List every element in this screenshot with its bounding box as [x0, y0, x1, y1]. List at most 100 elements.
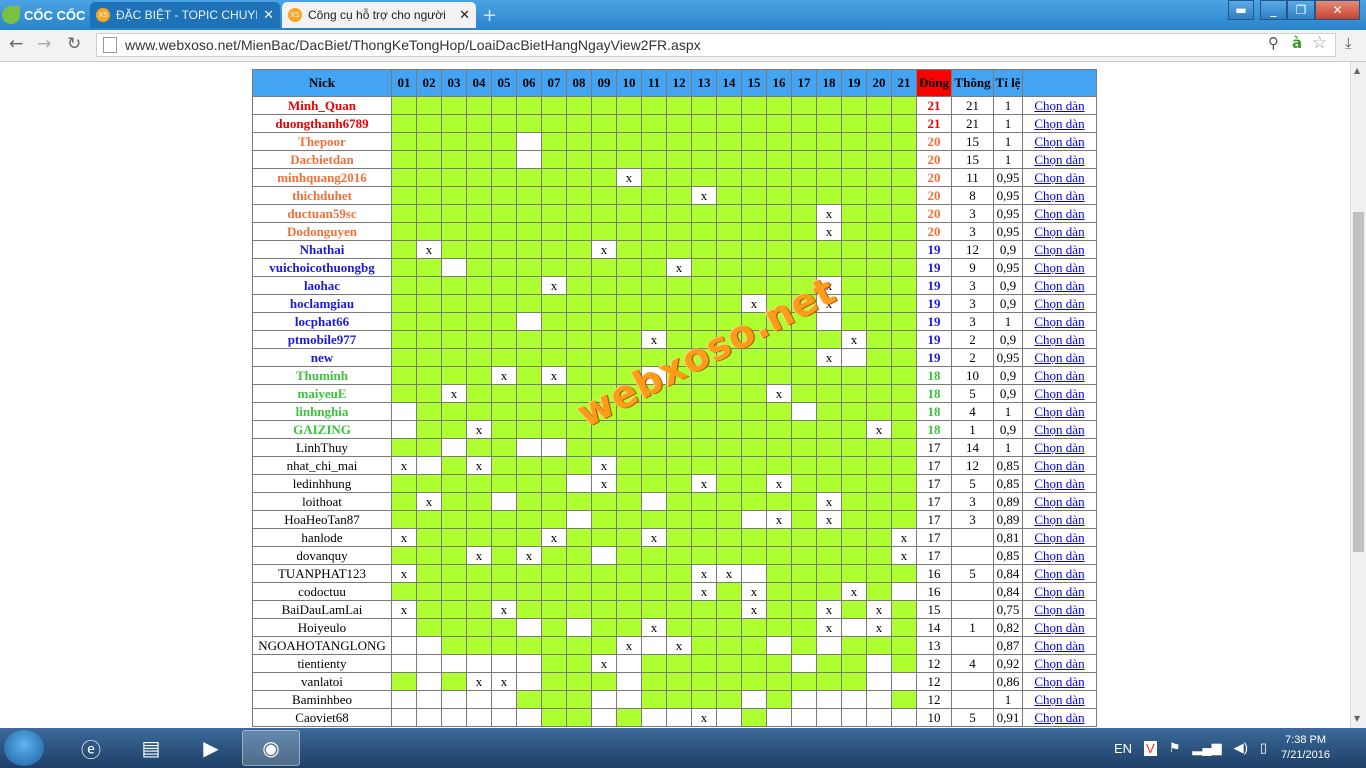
chon-dan-link[interactable]: Chọn dàn [1034, 458, 1084, 473]
mark-cell [716, 438, 742, 457]
mark-cell [741, 384, 767, 403]
chon-dan-link[interactable]: Chọn dàn [1034, 134, 1084, 149]
close-window-icon[interactable]: ✕ [1315, 0, 1360, 20]
chon-dan-link[interactable]: Chọn dàn [1034, 674, 1084, 689]
download-icon[interactable]: ⤓ [1345, 34, 1352, 52]
reload-icon[interactable]: ↻ [67, 34, 81, 54]
mark-cell [466, 618, 492, 637]
thong-cell: 5 [951, 384, 994, 403]
chon-dan-link[interactable]: Chọn dàn [1034, 152, 1084, 167]
address-bar[interactable]: www.webxoso.net/MienBac/DacBiet/ThongKeT… [96, 33, 1336, 57]
chon-dan-link[interactable]: Chọn dàn [1034, 530, 1084, 545]
chon-dan-link[interactable]: Chọn dàn [1034, 656, 1084, 671]
mark-cell [866, 654, 892, 673]
tile-cell: 0,9 [993, 384, 1023, 403]
volume-icon[interactable]: ◀) [1234, 740, 1248, 756]
mark-cell [716, 708, 742, 727]
chon-dan-link[interactable]: Chọn dàn [1034, 638, 1084, 653]
chon-dan-link[interactable]: Chọn dàn [1034, 296, 1084, 311]
ie-icon[interactable]: ⓔ [62, 730, 120, 766]
tab-dac-biet[interactable]: XS ĐẶC BIỆT - TOPIC CHUYÊN ✕ [90, 2, 280, 28]
chon-dan-link[interactable]: Chọn dàn [1034, 116, 1084, 131]
chon-dan-link[interactable]: Chọn dàn [1034, 476, 1084, 491]
chon-dan-link[interactable]: Chọn dàn [1034, 188, 1084, 203]
mark-cell [441, 258, 467, 277]
chon-dan-link[interactable]: Chọn dàn [1034, 386, 1084, 401]
chon-dan-link[interactable]: Chọn dàn [1034, 566, 1084, 581]
mark-cell [441, 546, 467, 565]
coccoc-taskbar-icon[interactable]: ◉ [242, 730, 300, 766]
tab-close-icon[interactable]: ✕ [459, 7, 470, 23]
mark-cell [716, 222, 742, 241]
mark-cell [566, 546, 592, 565]
chon-dan-link[interactable]: Chọn dàn [1034, 440, 1084, 455]
thong-cell: 14 [951, 438, 994, 457]
scroll-down-icon[interactable]: ▼ [1354, 714, 1360, 723]
mark-cell [391, 132, 417, 151]
chon-dan-link[interactable]: Chọn dàn [1034, 512, 1084, 527]
clock[interactable]: 7:38 PM 7/21/2016 [1281, 733, 1330, 763]
forward-icon[interactable]: → [37, 34, 51, 54]
mark-cell [416, 150, 442, 169]
zoom-icon[interactable]: ⚲ [1268, 34, 1279, 52]
chon-dan-link[interactable]: Chọn dàn [1034, 332, 1084, 347]
chon-dan-link[interactable]: Chọn dàn [1034, 170, 1084, 185]
chon-dan-link[interactable]: Chọn dàn [1034, 692, 1084, 707]
chon-dan-link[interactable]: Chọn dàn [1034, 98, 1084, 113]
chon-dan-link[interactable]: Chọn dàn [1034, 278, 1084, 293]
flag-icon[interactable]: ⚑ [1169, 740, 1181, 756]
mark-cell [691, 456, 717, 475]
chon-dan-link[interactable]: Chọn dàn [1034, 548, 1084, 563]
chon-dan-link[interactable]: Chọn dàn [1034, 584, 1084, 599]
chon-dan-link[interactable]: Chọn dàn [1034, 602, 1084, 617]
chon-dan-link[interactable]: Chọn dàn [1034, 422, 1084, 437]
media-player-icon[interactable]: ▶ [182, 730, 240, 766]
mark-cell [866, 150, 892, 169]
scroll-up-icon[interactable]: ▲ [1354, 66, 1360, 75]
start-button[interactable] [4, 730, 44, 766]
mark-cell [841, 636, 867, 655]
battery-icon[interactable]: ▯ [1260, 740, 1267, 756]
tab-cong-cu[interactable]: XS Công cụ hỗ trợ cho người ✕ [282, 2, 476, 28]
vertical-scrollbar[interactable]: ▲ ▼ [1350, 62, 1366, 728]
chon-dan-link[interactable]: Chọn dàn [1034, 314, 1084, 329]
browser-logo[interactable]: CỐC CỐC [2, 4, 85, 26]
network-icon[interactable]: ▂▄▆ [1192, 740, 1221, 756]
header-col-03: 03 [441, 69, 467, 97]
url-text[interactable]: www.webxoso.net/MienBac/DacBiet/ThongKeT… [125, 37, 701, 53]
tile-cell: 1 [993, 312, 1023, 331]
chon-dan-link[interactable]: Chọn dàn [1034, 350, 1084, 365]
menu-icon[interactable]: ▬ [1228, 0, 1254, 20]
scroll-thumb[interactable] [1353, 212, 1364, 552]
mark-cell [466, 528, 492, 547]
chon-dan-link[interactable]: Chọn dàn [1034, 620, 1084, 635]
chon-dan-link[interactable]: Chọn dàn [1034, 710, 1084, 725]
mark-cell [641, 582, 667, 601]
new-tab-icon[interactable]: + [482, 5, 497, 26]
mark-cell [541, 546, 567, 565]
chon-dan-link[interactable]: Chọn dàn [1034, 224, 1084, 239]
chon-dan-link[interactable]: Chọn dàn [1034, 404, 1084, 419]
mark-cell [741, 510, 767, 529]
maximize-icon[interactable]: ❐ [1287, 0, 1315, 20]
tab-close-icon[interactable]: ✕ [263, 7, 274, 23]
mark-cell [766, 492, 792, 511]
translate-icon[interactable]: à [1292, 34, 1302, 52]
mark-cell [516, 366, 542, 385]
header-col-05: 05 [491, 69, 517, 97]
language-indicator[interactable]: EN [1114, 741, 1132, 756]
bookmark-star-icon[interactable]: ☆ [1312, 33, 1327, 53]
mark-cell [466, 600, 492, 619]
minimize-icon[interactable]: _ [1260, 0, 1287, 20]
chon-dan-link[interactable]: Chọn dàn [1034, 368, 1084, 383]
chon-dan-link[interactable]: Chọn dàn [1034, 206, 1084, 221]
dung-cell: 20 [916, 150, 952, 169]
back-icon[interactable]: ← [9, 34, 23, 54]
mark-cell [766, 312, 792, 331]
chon-dan-link[interactable]: Chọn dàn [1034, 260, 1084, 275]
antivirus-icon[interactable]: V [1144, 740, 1157, 756]
mark-cell [841, 492, 867, 511]
chon-dan-link[interactable]: Chọn dàn [1034, 242, 1084, 257]
chon-dan-link[interactable]: Chọn dàn [1034, 494, 1084, 509]
explorer-folder-icon[interactable]: ▤ [122, 730, 180, 766]
